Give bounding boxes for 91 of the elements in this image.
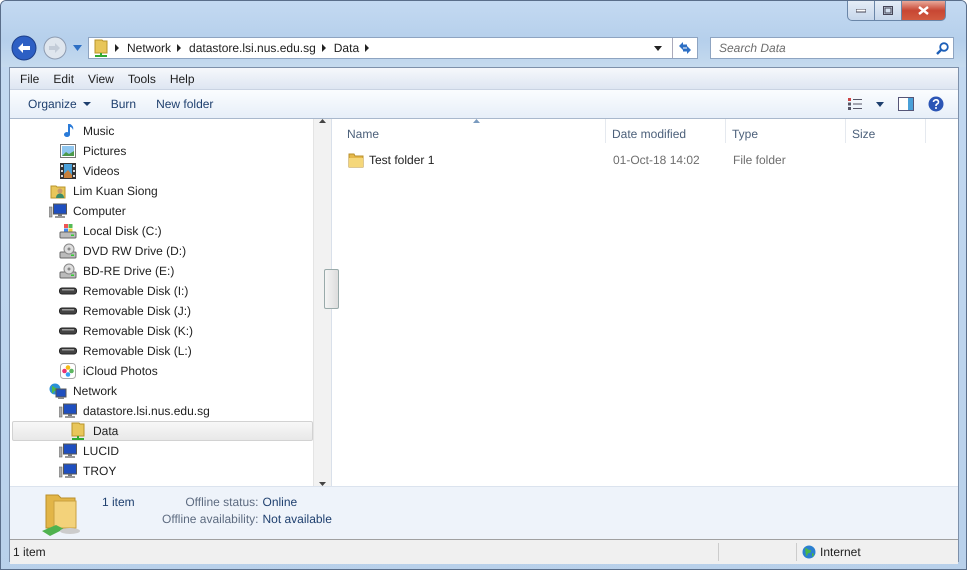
item-count: 1 item [102, 495, 136, 509]
scrollbar-thumb[interactable] [324, 269, 339, 309]
folder-icon [348, 152, 364, 168]
removable-drive-icon [59, 327, 77, 335]
tree-item[interactable]: Removable Disk (K:) [12, 321, 313, 341]
caret-icon[interactable] [876, 102, 884, 106]
film-strip-icon [60, 163, 76, 179]
tree-item[interactable]: Videos [12, 161, 313, 181]
close-icon [918, 6, 929, 15]
preview-pane-icon[interactable] [898, 97, 914, 111]
tree-item[interactable]: Removable Disk (L:) [12, 341, 313, 361]
hard-drive-icon [59, 223, 77, 239]
column-header[interactable]: Size [846, 119, 926, 143]
column-header[interactable]: Name [341, 119, 606, 143]
property-value: Online [262, 495, 298, 509]
close-button[interactable] [902, 1, 946, 21]
tree-item[interactable]: Pictures [12, 141, 313, 161]
status-text: 1 item [13, 545, 46, 559]
toolbar-button[interactable]: Burn [100, 94, 146, 114]
tree-item[interactable]: Removable Disk (J:) [12, 301, 313, 321]
menu-item[interactable]: File [13, 70, 46, 88]
menu-item[interactable]: View [81, 70, 121, 88]
computer-icon [59, 463, 77, 479]
user-folder-icon [50, 183, 66, 199]
tree-item[interactable]: Lim Kuan Siong [12, 181, 313, 201]
network-folder-icon [93, 39, 109, 57]
help-icon[interactable] [928, 96, 944, 112]
address-bar[interactable]: Network datastore.lsi.nus.edu.sg Data [88, 37, 698, 59]
scrollbar[interactable] [313, 119, 331, 486]
tree-item[interactable]: iCloud Photos [12, 361, 313, 381]
maximize-icon [883, 6, 893, 15]
toolbar-button[interactable]: New folder [146, 94, 224, 114]
dropdown-icon[interactable] [654, 46, 662, 50]
tree-item[interactable]: BD-RE Drive (E:) [12, 261, 313, 281]
photos-icon [60, 363, 76, 379]
breadcrumb-link[interactable]: Data [334, 41, 360, 55]
optical-drive-icon [59, 263, 77, 279]
tree-item[interactable]: DVD RW Drive (D:) [12, 241, 313, 261]
toolbar-button[interactable]: Organize [18, 94, 101, 114]
search-field[interactable]: Search Data [719, 41, 936, 55]
chevron-icon[interactable] [322, 44, 326, 52]
type-cell-text: File folder [732, 153, 787, 167]
minimize-button[interactable] [847, 1, 875, 21]
computer-icon [49, 203, 67, 219]
sort-arrow-icon [473, 119, 480, 123]
computer-icon [59, 443, 77, 459]
menu-item[interactable]: Edit [46, 70, 82, 88]
network-globe-icon [49, 382, 67, 400]
globe-icon [802, 545, 816, 559]
zone-label: Internet [820, 545, 861, 559]
date-cell-text: 01-Oct-18 14:02 [612, 153, 701, 167]
optical-drive-icon [59, 243, 77, 259]
tree-item[interactable]: TROY [12, 461, 313, 481]
removable-drive-icon [59, 287, 77, 295]
chevron-icon[interactable] [177, 44, 182, 52]
property-value: Not available [262, 512, 332, 526]
removable-drive-icon [59, 347, 77, 355]
tree-item[interactable]: Music [12, 121, 313, 141]
refresh-icon[interactable] [678, 41, 692, 55]
back-button[interactable] [11, 35, 37, 61]
removable-drive-icon [59, 307, 77, 315]
tree-item[interactable]: Data [12, 421, 313, 441]
music-note-icon [61, 123, 75, 139]
tree-item[interactable]: LUCID [12, 441, 313, 461]
search-box[interactable]: Search Data [710, 37, 954, 59]
minimize-icon [856, 8, 866, 12]
tree-item[interactable]: Local Disk (C:) [12, 221, 313, 241]
breadcrumb-link[interactable]: datastore.lsi.nus.edu.sg [189, 41, 316, 55]
caret-icon [82, 102, 91, 106]
menu-item[interactable]: Tools [120, 70, 163, 88]
network-folder-icon [70, 422, 86, 440]
chevron-icon[interactable] [115, 44, 119, 52]
search-icon [936, 42, 949, 54]
tree-item[interactable]: Network [12, 381, 313, 401]
menu-item[interactable]: Help [162, 70, 202, 88]
property-label: Offline availability: [162, 512, 258, 526]
breadcrumb-link[interactable]: Network [127, 41, 172, 55]
picture-icon [60, 144, 76, 158]
property-label: Offline status: [184, 495, 258, 509]
column-header[interactable]: Date modified [606, 119, 726, 143]
tree-item[interactable]: Removable Disk (I:) [12, 281, 313, 301]
computer-icon [59, 403, 77, 419]
file-row[interactable]: Test folder 1 01-Oct-18 14:02 File folder [341, 149, 926, 171]
history-dropdown-icon[interactable] [73, 45, 82, 51]
tree-item[interactable]: datastore.lsi.nus.edu.sg [12, 401, 313, 421]
maximize-button[interactable] [875, 1, 902, 21]
file-name: Test folder 1 [369, 153, 434, 167]
tree-item[interactable]: Computer [12, 201, 313, 221]
column-header[interactable]: Type [726, 119, 846, 143]
chevron-icon[interactable] [365, 44, 370, 52]
view-list-icon[interactable] [848, 98, 862, 110]
